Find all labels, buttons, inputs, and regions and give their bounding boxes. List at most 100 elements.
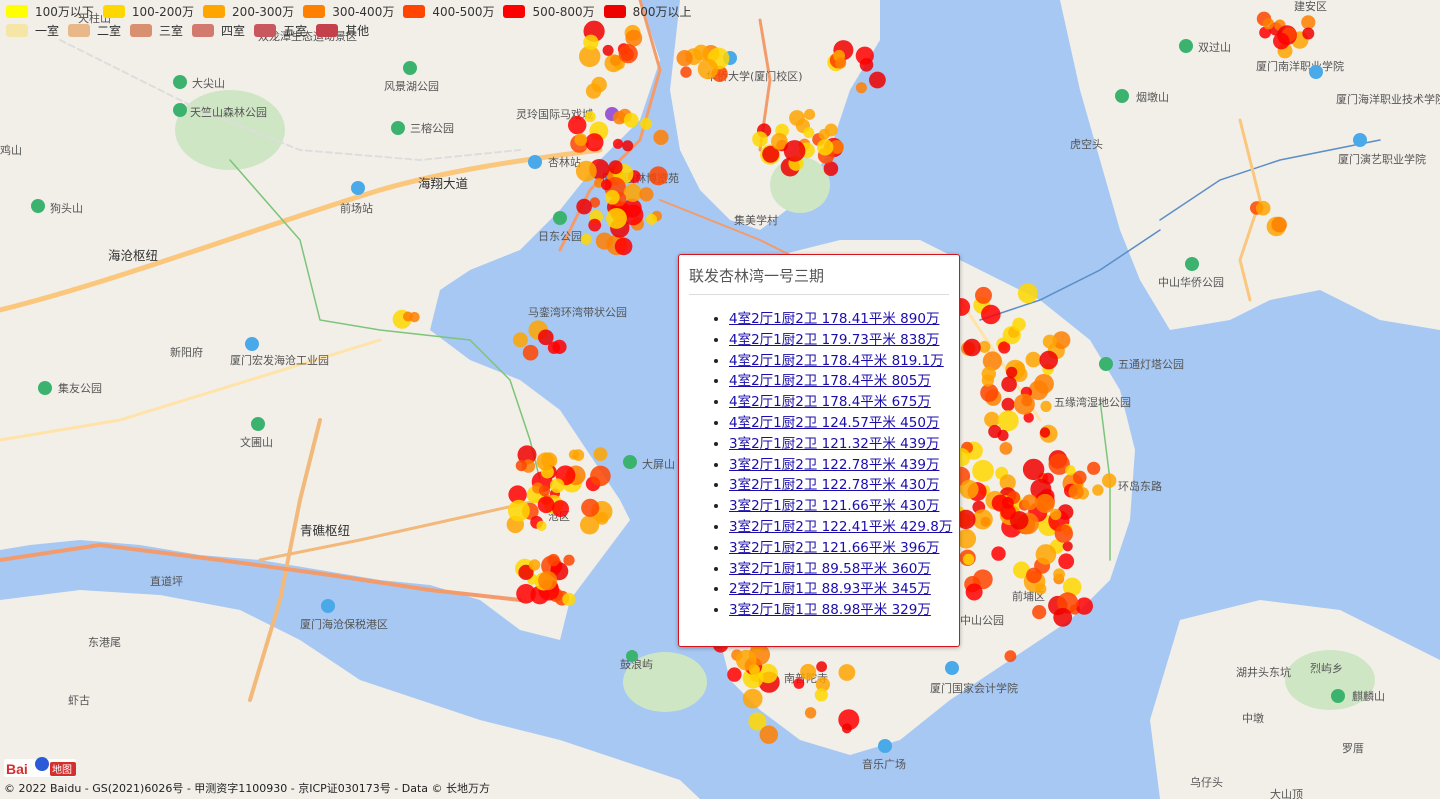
listing-marker[interactable] (817, 139, 834, 156)
listing-marker[interactable] (639, 187, 654, 202)
listing-marker[interactable] (752, 131, 768, 147)
rooms-legend-item[interactable]: 一室 (6, 22, 59, 39)
listing-marker[interactable] (552, 500, 569, 518)
listing-marker[interactable] (409, 311, 420, 323)
listing-marker[interactable] (595, 232, 614, 250)
listing-link[interactable]: 4室2厅1厨2卫 178.4平米 675万 (729, 394, 931, 410)
listing-marker[interactable] (800, 663, 817, 680)
listing-link[interactable]: 3室2厅1厨1卫 89.58平米 360万 (729, 561, 931, 577)
listing-marker[interactable] (1092, 484, 1104, 496)
price-legend-item[interactable]: 800万以上 (603, 3, 692, 20)
listing-link[interactable]: 3室2厅1厨1卫 88.98平米 329万 (729, 602, 931, 618)
listing-marker[interactable] (563, 554, 575, 566)
listing-marker[interactable] (583, 34, 599, 50)
listing-marker[interactable] (625, 29, 643, 47)
listing-marker[interactable] (1271, 216, 1287, 233)
listing-link[interactable]: 4室2厅1厨2卫 178.4平米 819.1万 (729, 353, 944, 369)
listing-marker[interactable] (1042, 334, 1057, 349)
listing-marker[interactable] (528, 559, 541, 571)
listing-marker[interactable] (593, 447, 608, 461)
listing-marker[interactable] (988, 424, 1002, 439)
listing-marker[interactable] (640, 117, 653, 130)
rooms-legend-item[interactable]: 其他 (316, 22, 369, 39)
listing-marker[interactable] (608, 160, 623, 175)
rooms-legend-item[interactable]: 五室 (254, 22, 307, 39)
listing-marker[interactable] (623, 183, 642, 202)
listing-marker[interactable] (838, 664, 856, 681)
listing-marker[interactable] (727, 667, 742, 682)
listing-marker[interactable] (1302, 27, 1315, 40)
listing-marker[interactable] (516, 584, 536, 604)
listing-marker[interactable] (1068, 484, 1084, 500)
listing-marker[interactable] (1053, 607, 1073, 627)
listing-marker[interactable] (536, 520, 547, 532)
listing-marker[interactable] (972, 459, 994, 482)
listing-marker[interactable] (581, 498, 600, 517)
listing-marker[interactable] (537, 496, 555, 514)
listing-marker[interactable] (1001, 376, 1017, 393)
listing-marker[interactable] (1002, 326, 1021, 345)
listing-marker[interactable] (1065, 465, 1076, 476)
listing-link[interactable]: 4室2厅1厨2卫 178.41平米 890万 (729, 311, 939, 327)
listing-marker[interactable] (584, 111, 596, 123)
listing-marker[interactable] (515, 460, 527, 472)
listing-marker[interactable] (693, 44, 710, 61)
listing-marker[interactable] (549, 478, 565, 494)
listing-marker[interactable] (580, 233, 592, 245)
listing-marker[interactable] (783, 140, 806, 162)
listing-marker[interactable] (680, 66, 692, 78)
listing-marker[interactable] (736, 649, 757, 671)
listing-marker[interactable] (963, 553, 975, 566)
listing-marker[interactable] (1039, 350, 1058, 370)
listing-marker[interactable] (574, 133, 588, 147)
listing-marker[interactable] (591, 76, 607, 93)
listing-marker[interactable] (1035, 544, 1057, 565)
listing-marker[interactable] (653, 129, 669, 145)
listing-marker[interactable] (1273, 32, 1290, 50)
listing-marker[interactable] (869, 71, 886, 89)
listing-marker[interactable] (1075, 597, 1094, 615)
listing-marker[interactable] (697, 58, 719, 80)
listing-marker[interactable] (816, 661, 827, 673)
listing-marker[interactable] (984, 411, 1000, 428)
listing-marker[interactable] (508, 499, 530, 522)
listing-marker[interactable] (1040, 400, 1052, 412)
listing-link[interactable]: 3室2厅1厨2卫 121.66平米 430万 (729, 498, 939, 514)
listing-marker[interactable] (1025, 351, 1042, 368)
listing-marker[interactable] (572, 449, 585, 461)
listing-marker[interactable] (1039, 427, 1051, 438)
listing-marker[interactable] (1021, 494, 1038, 511)
listing-marker[interactable] (804, 108, 816, 120)
listing-link[interactable]: 4室2厅1厨2卫 178.4平米 805万 (729, 373, 931, 389)
price-legend-item[interactable]: 300-400万 (303, 3, 394, 20)
listing-marker[interactable] (1022, 458, 1045, 481)
listing-marker[interactable] (575, 160, 597, 182)
listing-marker[interactable] (588, 218, 602, 232)
listing-marker[interactable] (618, 44, 638, 64)
listing-marker[interactable] (824, 123, 838, 137)
listing-marker[interactable] (614, 237, 633, 256)
listing-link[interactable]: 4室2厅1厨2卫 179.73平米 838万 (729, 332, 939, 348)
listing-marker[interactable] (855, 46, 874, 65)
listing-marker[interactable] (742, 688, 763, 709)
listing-marker[interactable] (1054, 524, 1074, 543)
listing-marker[interactable] (981, 304, 1001, 325)
listing-marker[interactable] (623, 112, 639, 128)
listing-marker[interactable] (538, 571, 558, 591)
listing-marker[interactable] (1262, 18, 1275, 30)
listing-marker[interactable] (1000, 504, 1016, 520)
listing-marker[interactable] (1032, 605, 1047, 620)
listing-marker[interactable] (855, 82, 867, 94)
listing-link[interactable]: 3室2厅1厨2卫 121.32平米 439万 (729, 436, 939, 452)
listing-marker[interactable] (1035, 493, 1055, 514)
listing-marker[interactable] (789, 110, 805, 126)
listing-marker[interactable] (601, 179, 612, 191)
price-legend-item[interactable]: 100万以下 (6, 3, 94, 20)
listing-marker[interactable] (1006, 366, 1018, 378)
rooms-legend-item[interactable]: 四室 (192, 22, 245, 39)
listing-marker[interactable] (981, 374, 995, 387)
listing-marker[interactable] (576, 198, 592, 215)
listing-marker[interactable] (522, 344, 539, 361)
listing-link[interactable]: 3室2厅1厨2卫 122.41平米 429.8万 (729, 519, 952, 535)
listing-marker[interactable] (835, 57, 847, 69)
